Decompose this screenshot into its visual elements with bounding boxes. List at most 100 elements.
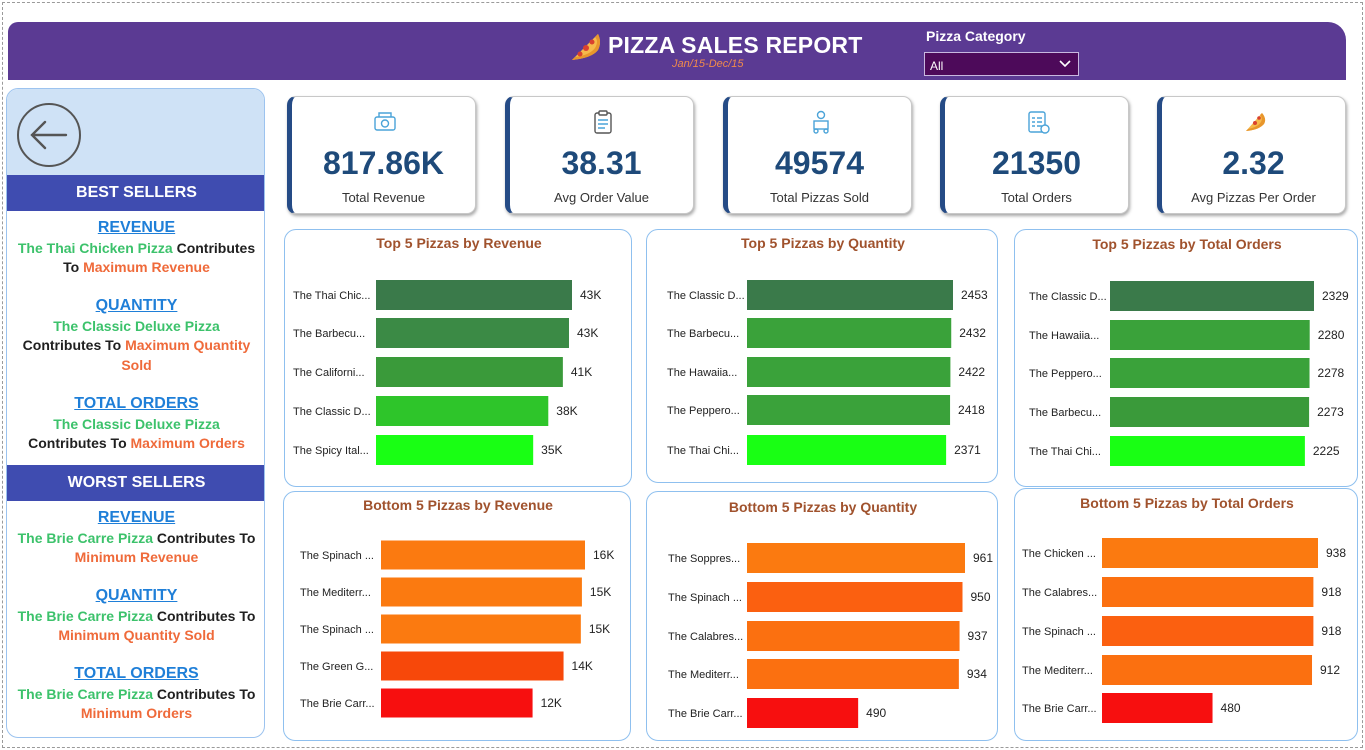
kpi-avg-order-value: 38.31 Avg Order Value bbox=[505, 96, 694, 214]
chart-title: Top 5 Pizzas by Quantity bbox=[741, 235, 905, 251]
bar[interactable] bbox=[747, 659, 959, 689]
category-filter-select[interactable]: All bbox=[924, 52, 1079, 76]
bar[interactable] bbox=[1110, 281, 1314, 311]
bar[interactable] bbox=[1102, 616, 1314, 646]
bar[interactable] bbox=[376, 435, 534, 465]
kpi-value: 2.32 bbox=[1222, 145, 1285, 181]
money-icon bbox=[374, 112, 396, 131]
category-label: The Peppero... bbox=[667, 405, 740, 417]
bar[interactable] bbox=[747, 698, 859, 728]
kpi-value: 817.86K bbox=[323, 145, 444, 181]
bar[interactable] bbox=[747, 621, 960, 651]
kpi-value: 38.31 bbox=[561, 145, 642, 181]
data-label: 43K bbox=[577, 326, 598, 340]
data-label: 2453 bbox=[961, 288, 988, 302]
bar[interactable] bbox=[381, 651, 564, 681]
category-filter-value: All bbox=[930, 59, 944, 73]
bar[interactable] bbox=[1102, 577, 1314, 607]
pizza-slice-icon bbox=[1246, 113, 1266, 131]
chart-title: Bottom 5 Pizzas by Total Orders bbox=[1080, 495, 1294, 511]
bar[interactable] bbox=[1102, 693, 1213, 723]
category-label: The Classic D... bbox=[1029, 291, 1107, 303]
category-label: The Calabres... bbox=[1022, 587, 1097, 599]
best-quantity-text: Contributes To bbox=[22, 337, 126, 353]
bar[interactable] bbox=[747, 435, 947, 465]
kpi-label: Total Orders bbox=[1001, 190, 1072, 205]
bar[interactable] bbox=[381, 614, 581, 644]
best-revenue-to: To bbox=[63, 259, 84, 275]
worst-quantity-pizza: The Brie Carre Pizza bbox=[17, 607, 153, 624]
category-label: The Peppero... bbox=[1029, 368, 1102, 380]
kpi-label: Avg Order Value bbox=[554, 190, 649, 205]
chart-top-revenue: Top 5 Pizzas by Revenue The Thai Chic... 4… bbox=[284, 229, 632, 487]
chart-title: Top 5 Pizzas by Revenue bbox=[376, 235, 542, 251]
data-label: 15K bbox=[589, 622, 610, 636]
kpi-label: Total Pizzas Sold bbox=[770, 190, 869, 205]
category-label: The Mediterr... bbox=[668, 669, 739, 681]
date-range: Jan/15-Dec/15 bbox=[672, 58, 744, 70]
bar[interactable] bbox=[1110, 358, 1310, 388]
chart-bottom-revenue: Bottom 5 Pizzas by Revenue The Spinach ..… bbox=[283, 491, 631, 741]
bar[interactable] bbox=[1102, 538, 1318, 568]
worst-orders-text: Contributes To bbox=[152, 685, 256, 702]
data-label: 43K bbox=[580, 288, 601, 302]
category-label: The Soppres... bbox=[668, 553, 740, 565]
worst-orders-pizza: The Brie Carre Pizza bbox=[17, 685, 153, 702]
bar[interactable] bbox=[1110, 397, 1310, 427]
category-label: The Thai Chi... bbox=[667, 445, 739, 457]
bar[interactable] bbox=[376, 280, 572, 310]
report-header: PIZZA SALES REPORT Jan/15-Dec/15 Pizza C… bbox=[8, 22, 1346, 80]
bar[interactable] bbox=[747, 582, 963, 612]
bar[interactable] bbox=[376, 318, 569, 348]
worst-revenue-block: REVENUE The Brie Carre Pizza Contributes… bbox=[7, 508, 264, 568]
kpi-label: Total Revenue bbox=[341, 190, 426, 205]
best-revenue-block: REVENUE The Thai Chicken Pizza Contribut… bbox=[7, 218, 264, 278]
chevron-down-icon bbox=[1059, 60, 1071, 68]
data-label: 961 bbox=[973, 551, 993, 565]
worst-revenue-tail: Minimum Revenue bbox=[74, 549, 199, 565]
data-label: 490 bbox=[866, 706, 886, 720]
chart-top-quantity: Top 5 Pizzas by Quantity The Classic D...… bbox=[646, 229, 998, 483]
chart-bottom-quantity: Bottom 5 Pizzas by Quantity The Soppres..… bbox=[646, 491, 998, 741]
best-orders-pizza: The Classic Deluxe Pizza bbox=[53, 415, 220, 432]
best-quantity-tail: Maximum Quantity bbox=[125, 337, 251, 353]
kpi-avg-pizzas-per-order: 2.32 Avg Pizzas Per Order bbox=[1157, 96, 1346, 214]
category-label: The Spinach ... bbox=[300, 550, 374, 562]
data-label: 918 bbox=[1321, 585, 1341, 599]
worst-orders-tail: Minimum Orders bbox=[80, 705, 193, 721]
bar[interactable] bbox=[747, 280, 953, 310]
data-label: 2371 bbox=[954, 443, 981, 457]
bar[interactable] bbox=[1110, 436, 1305, 466]
best-orders-block: TOTAL ORDERS The Classic Deluxe Pizza Co… bbox=[7, 394, 264, 454]
category-label: The Hawaiia... bbox=[1029, 330, 1099, 342]
kpi-label: Avg Pizzas Per Order bbox=[1191, 190, 1316, 205]
bar[interactable] bbox=[1110, 320, 1310, 350]
category-label: The Brie Carr... bbox=[300, 698, 375, 710]
bar[interactable] bbox=[376, 396, 549, 426]
data-label: 2418 bbox=[958, 403, 985, 417]
category-label: The Brie Carr... bbox=[1022, 703, 1097, 715]
bar[interactable] bbox=[376, 357, 563, 387]
worst-quantity-text: Contributes To bbox=[152, 607, 256, 624]
category-label: The Thai Chic... bbox=[293, 290, 370, 302]
bar[interactable] bbox=[747, 543, 965, 573]
data-label: 38K bbox=[556, 404, 577, 418]
bar[interactable] bbox=[381, 540, 585, 570]
worst-orders-heading: TOTAL ORDERS bbox=[74, 665, 199, 682]
bar[interactable] bbox=[747, 395, 951, 425]
bar[interactable] bbox=[381, 688, 533, 718]
category-label: The Californi... bbox=[293, 367, 365, 379]
category-label: The Green G... bbox=[300, 661, 373, 673]
bar[interactable] bbox=[1102, 655, 1313, 685]
category-label: The Spinach ... bbox=[668, 592, 742, 604]
pizza-logo-icon bbox=[572, 34, 600, 60]
category-label: The Classic D... bbox=[667, 290, 745, 302]
category-label: The Thai Chi... bbox=[1029, 446, 1101, 458]
bar[interactable] bbox=[747, 357, 951, 387]
bar[interactable] bbox=[381, 577, 582, 607]
bar[interactable] bbox=[747, 318, 952, 348]
data-label: 2280 bbox=[1318, 328, 1345, 342]
kpi-total-pizzas-sold: 49574 Total Pizzas Sold bbox=[723, 96, 912, 214]
category-label: The Calabres... bbox=[668, 631, 743, 643]
back-arrow-icon[interactable] bbox=[16, 102, 82, 168]
